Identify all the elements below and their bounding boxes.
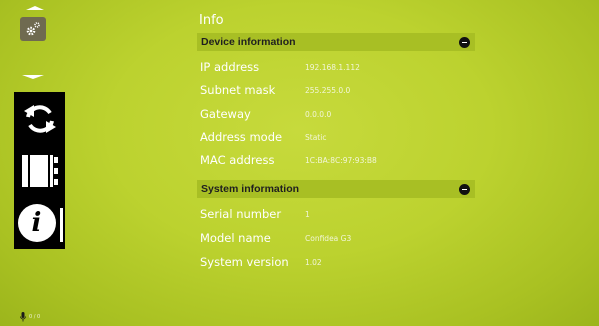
video-button[interactable] [14, 146, 65, 196]
info-row-system-version: System version 1.02 [200, 252, 322, 272]
row-value: 1C:BA:8C:97:93:B8 [305, 155, 377, 165]
row-label: Gateway [200, 107, 251, 121]
video-strip-icon [21, 155, 58, 187]
gear-icon [26, 22, 40, 36]
section-label: System information [201, 183, 300, 195]
info-row-model-name: Model name Confidea G3 [200, 228, 351, 248]
row-label: MAC address [200, 153, 275, 167]
page-title: Info [199, 13, 224, 28]
collapse-icon[interactable] [459, 36, 470, 48]
row-value: 192.168.1.112 [305, 62, 360, 72]
row-label: Serial number [200, 207, 282, 221]
selected-indicator [60, 208, 63, 242]
info-row-serial-number: Serial number 1 [200, 204, 310, 224]
info-row-subnet-mask: Subnet mask 255.255.0.0 [200, 80, 350, 100]
row-label: Address mode [200, 130, 283, 144]
device-information-header[interactable]: Device information [197, 33, 475, 51]
row-value: Confidea G3 [305, 233, 352, 243]
info-button[interactable]: i [14, 198, 65, 248]
settings-button[interactable] [20, 17, 46, 41]
info-row-address-mode: Address mode Static [200, 127, 326, 147]
row-value: Static [305, 132, 327, 142]
info-row-ip-address: IP address 192.168.1.112 [200, 57, 360, 77]
row-value: 255.255.0.0 [305, 85, 351, 95]
microphone-icon [20, 312, 26, 322]
row-label: System version [200, 255, 289, 269]
info-icon: i [17, 204, 56, 242]
info-row-mac-address: MAC address 1C:BA:8C:97:93:B8 [200, 150, 377, 170]
refresh-icon [23, 105, 56, 133]
microphone-count: 0 / 0 [29, 314, 41, 320]
row-label: Model name [200, 231, 271, 245]
screen-background: i 0 / 0 Info Device information IP addre… [0, 0, 599, 326]
collapse-icon[interactable] [459, 183, 470, 195]
row-label: IP address [200, 60, 260, 74]
side-navigation-panel: i [14, 92, 65, 249]
row-label: Subnet mask [200, 83, 276, 97]
section-label: Device information [201, 36, 296, 48]
info-row-gateway: Gateway 0.0.0.0 [200, 104, 331, 124]
refresh-button[interactable] [14, 94, 65, 144]
row-value: 1.02 [305, 257, 322, 267]
row-value: 0.0.0.0 [305, 109, 332, 119]
scroll-up-chevron-icon[interactable] [26, 6, 44, 10]
scroll-down-chevron-icon[interactable] [22, 75, 44, 79]
row-value: 1 [305, 209, 310, 219]
microphone-status: 0 / 0 [20, 312, 40, 322]
system-information-header[interactable]: System information [197, 180, 475, 198]
